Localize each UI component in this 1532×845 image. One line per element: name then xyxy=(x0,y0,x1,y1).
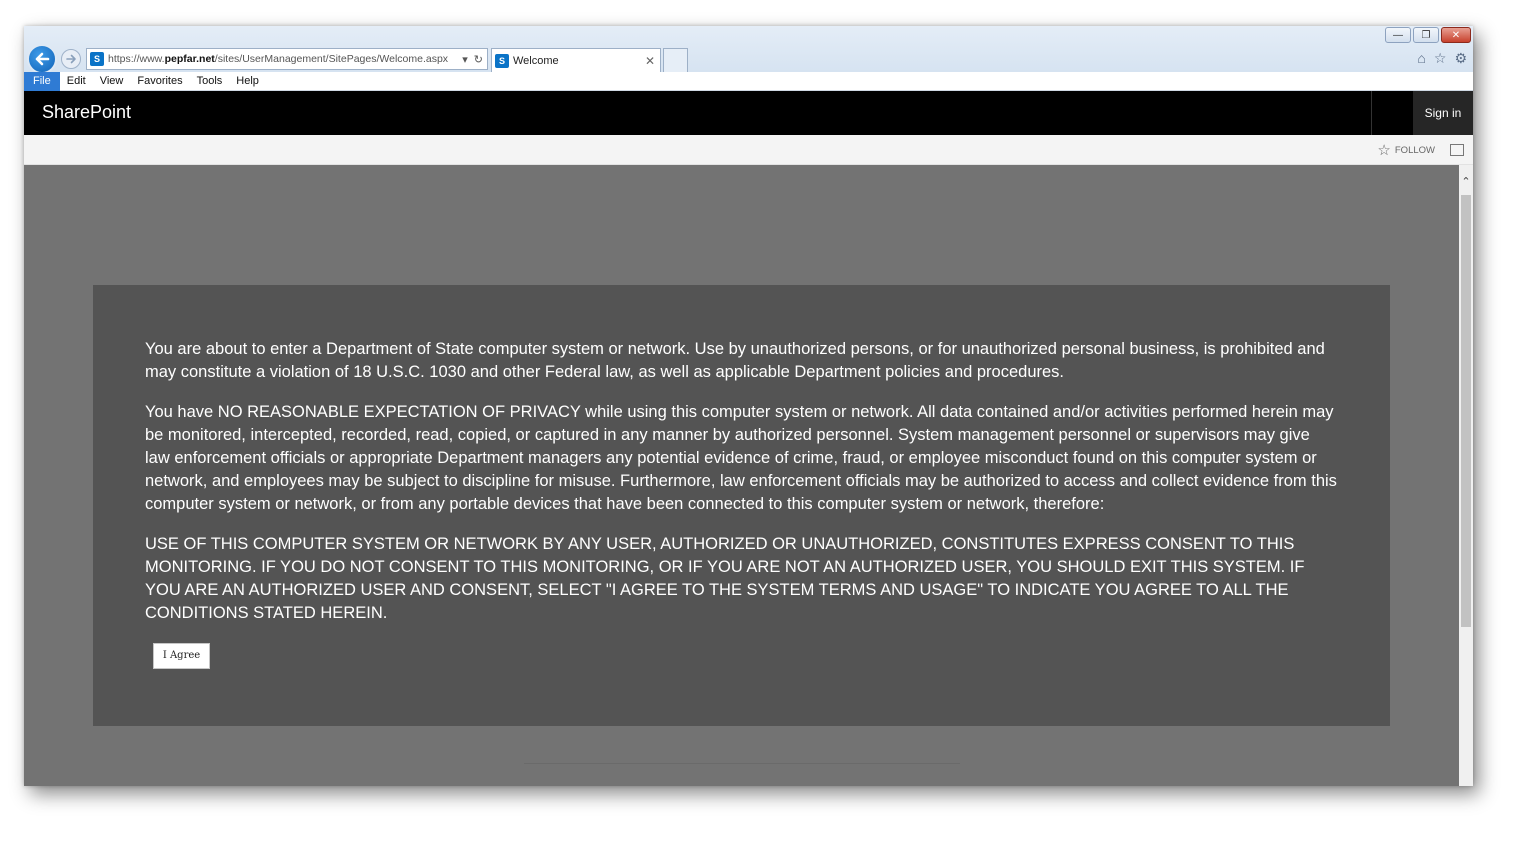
follow-button[interactable]: ☆ FOLLOW xyxy=(1377,141,1435,159)
vertical-scrollbar[interactable]: ⌃ xyxy=(1459,165,1473,786)
restore-button[interactable]: ❐ xyxy=(1413,27,1439,43)
sharepoint-favicon-icon: S xyxy=(90,52,104,66)
menu-view[interactable]: View xyxy=(93,72,131,91)
focus-on-content-icon[interactable] xyxy=(1450,144,1464,156)
footer-divider xyxy=(524,763,960,764)
new-tab-button[interactable] xyxy=(663,48,688,72)
scroll-thumb[interactable] xyxy=(1461,195,1471,627)
menu-file[interactable]: File xyxy=(24,71,60,91)
content-area: You are about to enter a Department of S… xyxy=(24,165,1459,786)
sharepoint-favicon-icon: S xyxy=(495,53,509,68)
home-icon[interactable]: ⌂ xyxy=(1417,50,1425,67)
back-arrow-icon xyxy=(35,52,50,66)
notice-paragraph-1: You are about to enter a Department of S… xyxy=(145,340,1325,381)
back-button[interactable] xyxy=(27,44,57,74)
tab-welcome[interactable]: S Welcome ✕ xyxy=(491,48,661,72)
sharepoint-ribbon: ☆ FOLLOW xyxy=(24,135,1473,165)
refresh-icon[interactable]: ↻ xyxy=(474,53,483,66)
menu-edit[interactable]: Edit xyxy=(60,72,93,91)
title-bar: — ❐ ✕ S https://www.pepfar.net/sites/Use… xyxy=(24,26,1473,74)
address-bar[interactable]: S https://www.pepfar.net/sites/UserManag… xyxy=(86,48,488,70)
sharepoint-brand[interactable]: SharePoint xyxy=(42,102,131,123)
sharepoint-suite-bar: SharePoint Sign in xyxy=(24,91,1473,135)
menu-bar: File Edit View Favorites Tools Help xyxy=(24,71,1473,91)
i-agree-button[interactable]: I Agree xyxy=(153,643,210,669)
menu-favorites[interactable]: Favorites xyxy=(130,72,189,91)
window-controls: — ❐ ✕ xyxy=(1385,27,1471,43)
minimize-button[interactable]: — xyxy=(1385,27,1411,43)
settings-gear-icon[interactable]: ⚙ xyxy=(1454,50,1467,67)
browser-window: — ❐ ✕ S https://www.pepfar.net/sites/Use… xyxy=(24,26,1473,786)
dropdown-icon[interactable]: ▾ xyxy=(462,53,468,66)
sign-in-link[interactable]: Sign in xyxy=(1413,91,1473,135)
forward-button[interactable] xyxy=(61,49,81,69)
notice-paragraph-2: You have NO REASONABLE EXPECTATION OF PR… xyxy=(145,403,1337,513)
tab-title: Welcome xyxy=(513,54,559,67)
close-button[interactable]: ✕ xyxy=(1441,27,1471,43)
notice-paragraph-3: USE OF THIS COMPUTER SYSTEM OR NETWORK B… xyxy=(145,535,1305,622)
menu-help[interactable]: Help xyxy=(229,72,266,91)
suite-bar-divider xyxy=(1371,91,1372,135)
follow-star-icon: ☆ xyxy=(1377,141,1391,159)
follow-label: FOLLOW xyxy=(1394,145,1435,156)
favorites-star-icon[interactable]: ☆ xyxy=(1434,50,1447,67)
close-tab-icon[interactable]: ✕ xyxy=(645,54,655,68)
address-url[interactable]: https://www.pepfar.net/sites/UserManagem… xyxy=(108,53,462,65)
forward-arrow-icon xyxy=(66,54,76,64)
scroll-up-arrow-icon[interactable]: ⌃ xyxy=(1459,175,1473,189)
menu-tools[interactable]: Tools xyxy=(190,72,230,91)
security-notice-panel: You are about to enter a Department of S… xyxy=(93,285,1390,726)
